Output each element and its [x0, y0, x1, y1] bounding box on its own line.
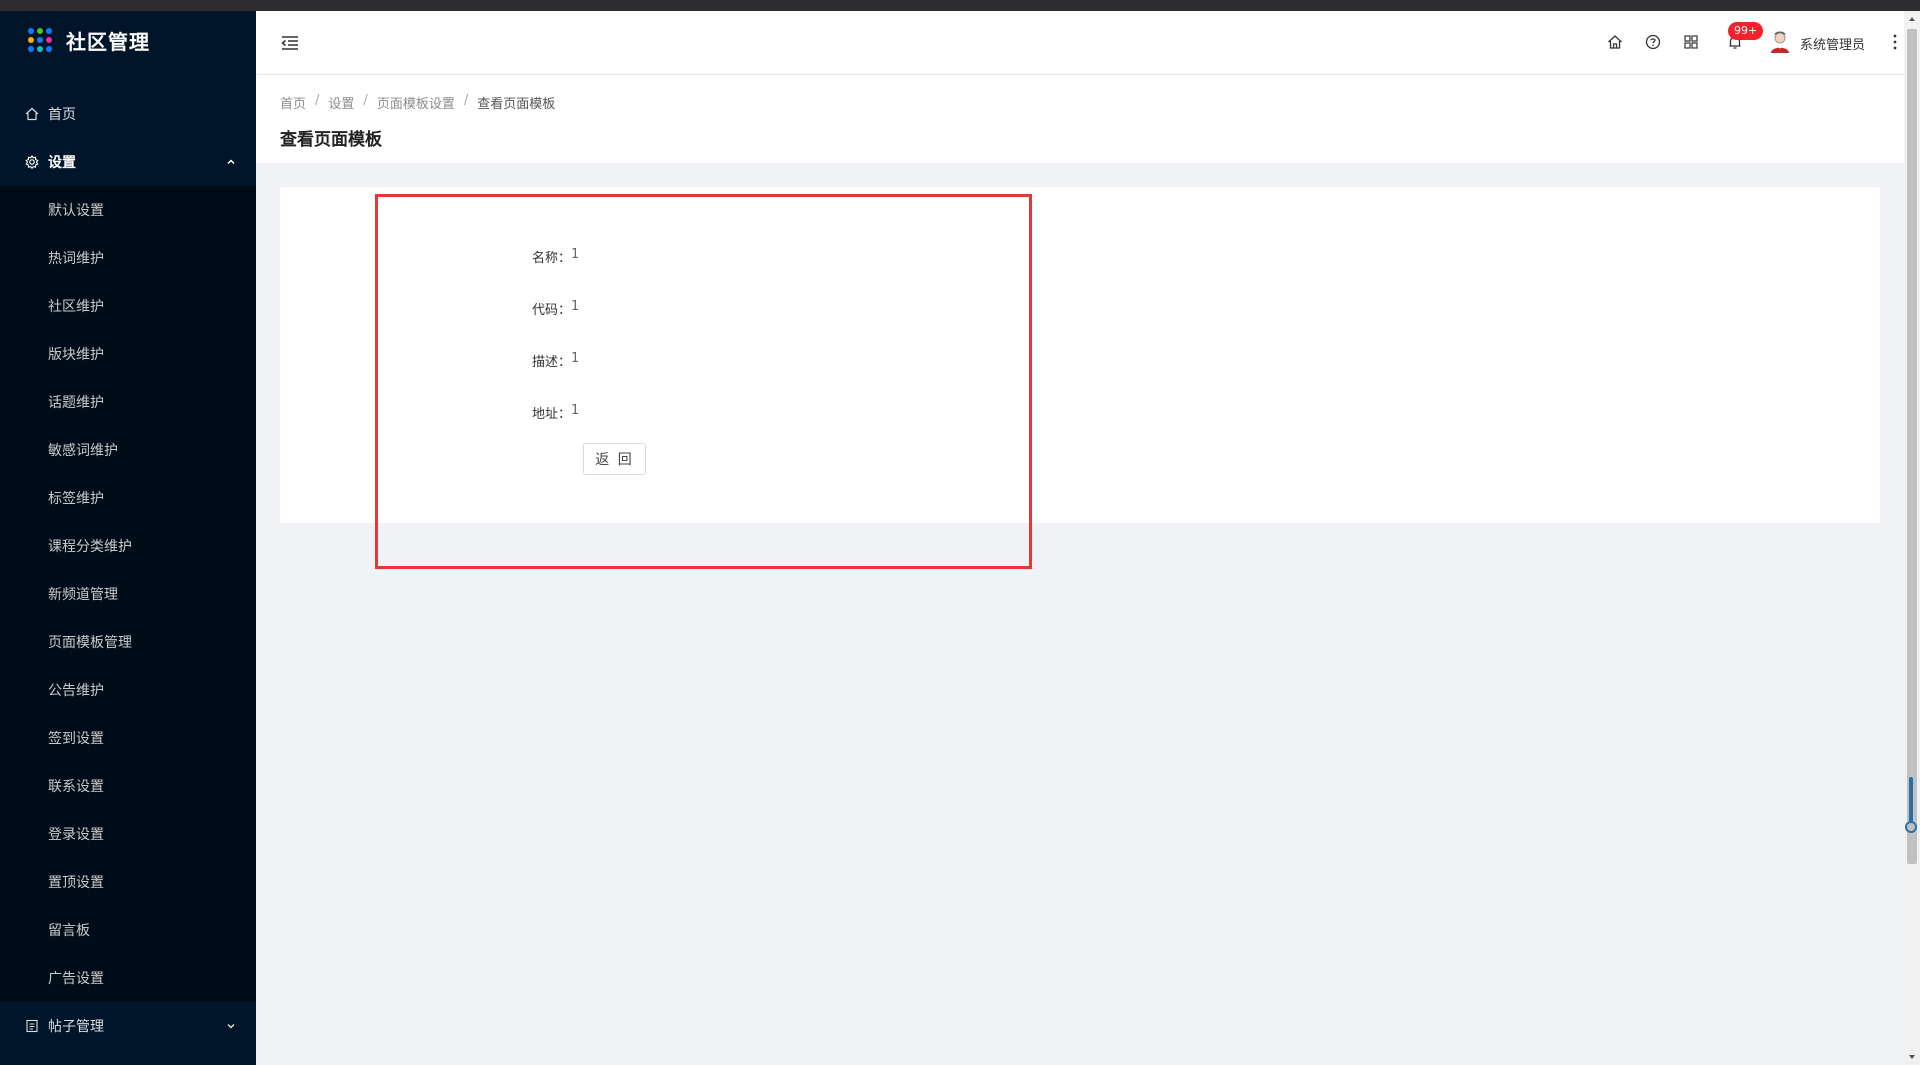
- sidebar-subitem[interactable]: 置顶设置: [0, 858, 256, 906]
- detail-card: 名称： 1 代码： 1 描述： 1 地址： 1 返 回: [280, 187, 1880, 523]
- home-icon: [24, 106, 40, 122]
- breadcrumb-link[interactable]: 页面模板设置: [377, 93, 455, 112]
- scroll-up-icon[interactable]: [1908, 15, 1916, 23]
- document-icon: [24, 1018, 40, 1034]
- sidebar-subitem[interactable]: 标签维护: [0, 474, 256, 522]
- field-address: 地址： 1: [532, 403, 579, 422]
- sidebar-item-posts[interactable]: 帖子管理: [0, 1002, 256, 1050]
- sidebar-subitem[interactable]: 版块维护: [0, 330, 256, 378]
- sidebar-item-settings[interactable]: 设置: [0, 138, 256, 186]
- field-name: 名称： 1: [532, 247, 579, 266]
- settings-submenu: 默认设置 热词维护 社区维护 版块维护 话题维护 敏感词维护 标签维护 课程分类…: [0, 186, 256, 1002]
- apps-icon[interactable]: [1682, 33, 1700, 51]
- scrollbar[interactable]: [1904, 11, 1920, 1065]
- breadcrumb-link[interactable]: 设置: [328, 93, 354, 112]
- field-value: 1: [571, 351, 580, 366]
- sidebar-subitem[interactable]: 公告维护: [0, 666, 256, 714]
- sidebar-subitem[interactable]: 新频道管理: [0, 570, 256, 618]
- sidebar-subitem[interactable]: 热词维护: [0, 234, 256, 282]
- sidebar-item-label: 首页: [48, 107, 76, 123]
- back-button[interactable]: 返 回: [583, 443, 646, 475]
- field-label: 地址：: [532, 407, 572, 422]
- sidebar-item-home[interactable]: 首页: [0, 90, 256, 138]
- scroll-thumb[interactable]: [1907, 29, 1917, 864]
- chevron-down-icon: [226, 1019, 236, 1035]
- breadcrumb-separator: /: [363, 93, 368, 108]
- sidebar-subitem[interactable]: 留言板: [0, 906, 256, 954]
- floating-widget-icon[interactable]: [1905, 775, 1917, 835]
- page-title: 查看页面模板: [280, 130, 382, 150]
- user-name[interactable]: 系统管理员: [1800, 34, 1865, 53]
- logo[interactable]: 社区管理: [0, 11, 256, 69]
- app-title: 社区管理: [66, 29, 150, 54]
- sidebar-item-label: 设置: [48, 155, 76, 171]
- field-value: 1: [571, 403, 580, 418]
- field-label: 名称：: [532, 251, 572, 266]
- page-header: 首页 / 设置 / 页面模板设置 / 查看页面模板 查看页面模板: [256, 75, 1904, 163]
- avatar[interactable]: [1768, 30, 1792, 54]
- field-description: 描述： 1: [532, 351, 579, 370]
- breadcrumb-current: 查看页面模板: [477, 97, 556, 112]
- chevron-up-icon: [226, 155, 236, 171]
- breadcrumb-link[interactable]: 首页: [280, 93, 306, 112]
- more-vertical-icon[interactable]: [1892, 33, 1898, 55]
- breadcrumb-separator: /: [315, 93, 320, 108]
- gear-icon: [24, 154, 40, 170]
- sidebar-subitem[interactable]: 广告设置: [0, 954, 256, 1002]
- browser-top-strip: [0, 0, 1920, 11]
- field-code: 代码： 1: [532, 299, 579, 318]
- menu-collapse-icon[interactable]: [280, 33, 300, 53]
- help-icon[interactable]: [1644, 33, 1662, 51]
- sidebar-subitem[interactable]: 话题维护: [0, 378, 256, 426]
- home-icon[interactable]: [1606, 33, 1624, 51]
- sidebar-subitem[interactable]: 登录设置: [0, 810, 256, 858]
- field-value: 1: [571, 299, 580, 314]
- field-value: 1: [571, 247, 580, 262]
- field-label: 代码：: [532, 303, 572, 318]
- sidebar-subitem[interactable]: 联系设置: [0, 762, 256, 810]
- sidebar-item-label: 帖子管理: [48, 1019, 104, 1035]
- sidebar-subitem[interactable]: 社区维护: [0, 282, 256, 330]
- breadcrumb-separator: /: [463, 93, 469, 108]
- sidebar-subitem[interactable]: 敏感词维护: [0, 426, 256, 474]
- scroll-down-icon[interactable]: [1908, 1053, 1916, 1061]
- top-header: 99+ 系统管理员: [256, 11, 1904, 75]
- sidebar-subitem[interactable]: 课程分类维护: [0, 522, 256, 570]
- sidebar-subitem[interactable]: 签到设置: [0, 714, 256, 762]
- sidebar-subitem[interactable]: 默认设置: [0, 186, 256, 234]
- notification-badge: 99+: [1728, 22, 1764, 40]
- breadcrumb: 首页 / 设置 / 页面模板设置 / 查看页面模板: [280, 93, 555, 112]
- logo-grid-icon: [28, 28, 52, 52]
- field-label: 描述：: [532, 355, 572, 370]
- sidebar-subitem-page-template[interactable]: 页面模板管理: [0, 618, 256, 666]
